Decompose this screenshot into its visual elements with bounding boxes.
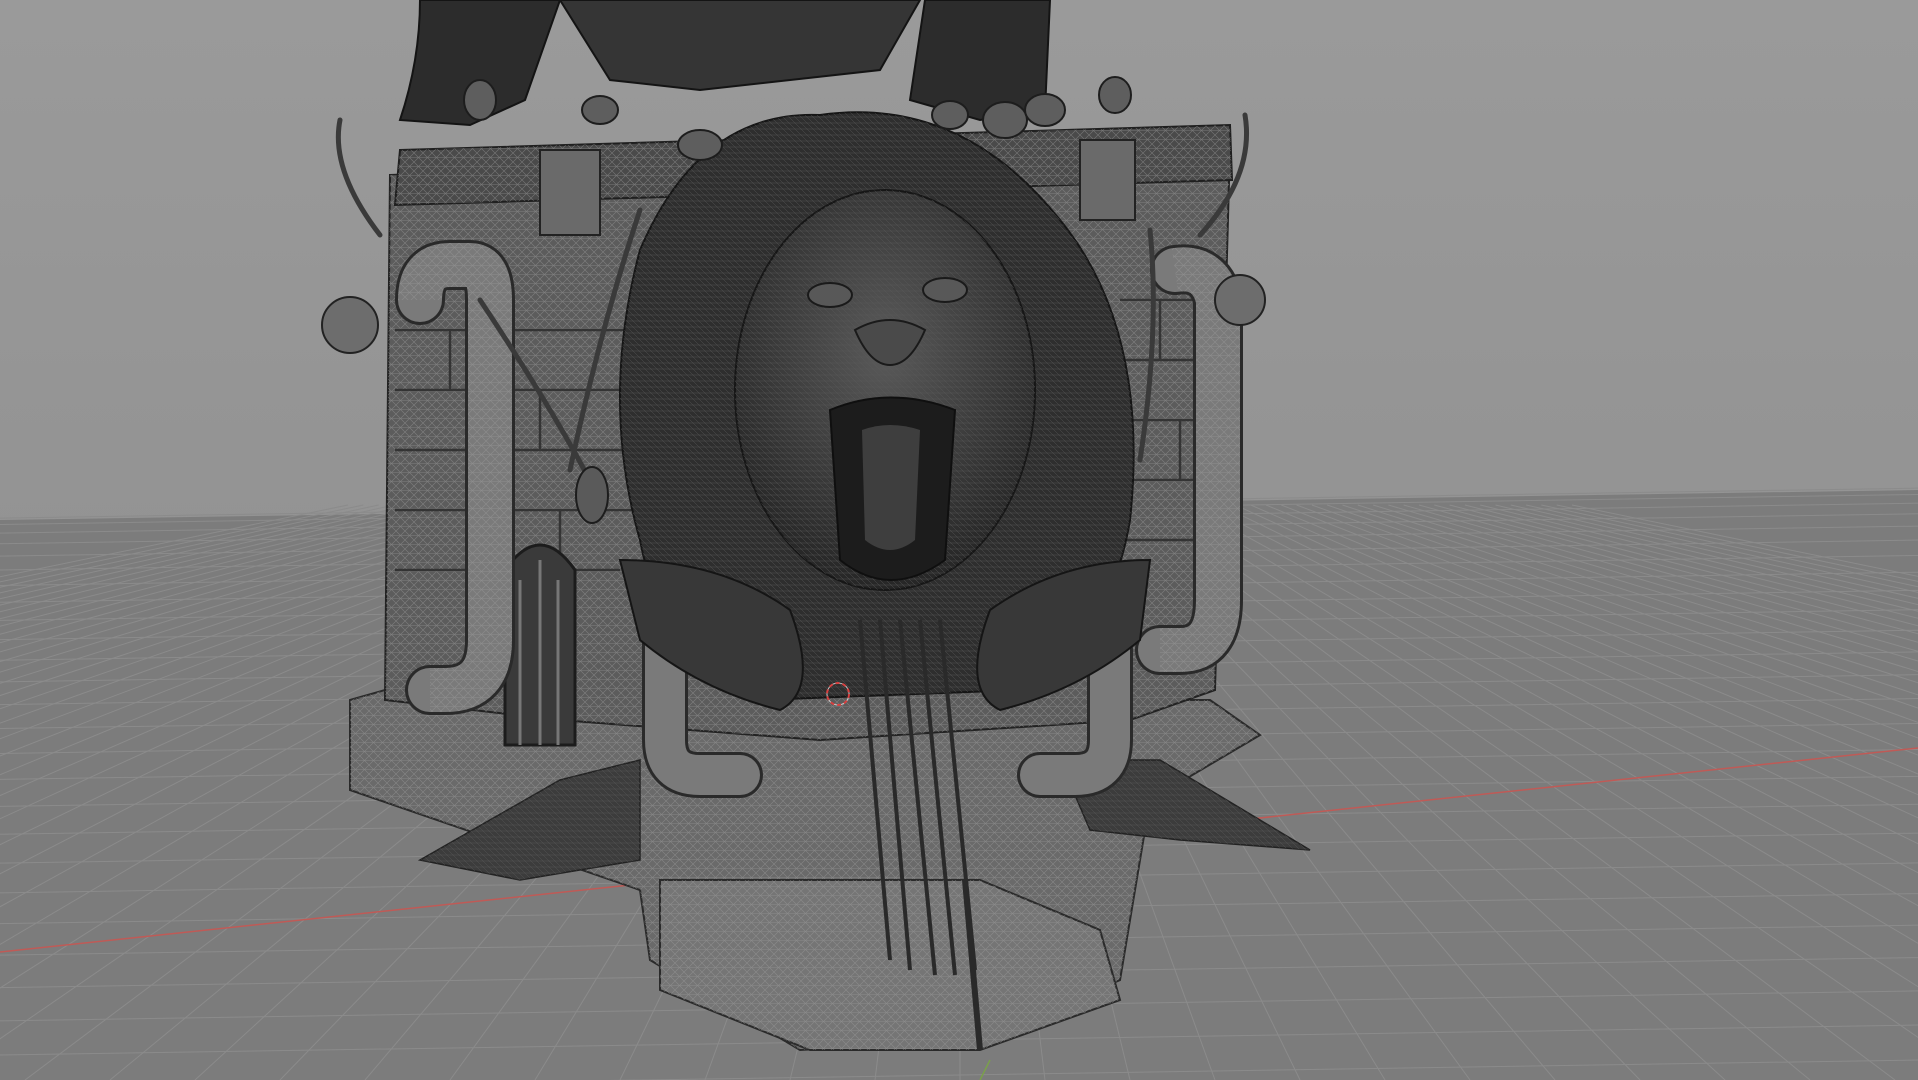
viewport-canvas[interactable] [0, 0, 1918, 1080]
spider-pod [575, 466, 609, 524]
lion-eye-right [922, 277, 968, 303]
side-orb-left [321, 296, 379, 354]
3d-viewport[interactable] [0, 0, 1918, 1080]
lion-eye-left [807, 282, 853, 308]
side-orb-right [1214, 274, 1266, 326]
